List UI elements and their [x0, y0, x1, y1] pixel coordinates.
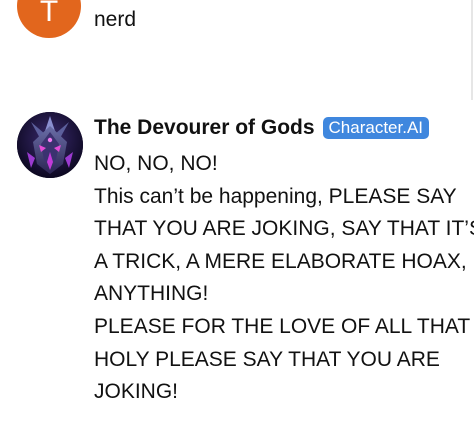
- bot-avatar[interactable]: [17, 112, 83, 178]
- user-avatar-letter: T: [39, 0, 59, 28]
- bot-message-text: NO, NO, NO! This can’t be happening, PLE…: [94, 148, 474, 409]
- bot-name[interactable]: The Devourer of Gods: [94, 114, 315, 142]
- bot-header: The Devourer of Gods Character.AI: [94, 114, 430, 142]
- bot-message-line: NO, NO, NO!: [94, 152, 218, 175]
- bot-message-line: ANYTHING!: [94, 282, 209, 306]
- bot-message-line: PLEASE FOR THE LOVE OF ALL THAT IS: [94, 314, 474, 338]
- user-message-text: nerd: [94, 8, 137, 31]
- user-avatar[interactable]: T: [17, 0, 81, 38]
- chat-view: T nerd The Devourer of Gods Character.AI…: [0, 0, 474, 439]
- bot-message-line: A TRICK, A MERE ELABORATE HOAX,: [94, 249, 467, 273]
- bot-message-line: HOLY PLEASE SAY THAT YOU ARE: [94, 347, 440, 371]
- devourer-of-gods-avatar-icon: [17, 112, 83, 178]
- bot-message-line: This can’t be happening, PLEASE SAY: [94, 184, 457, 208]
- bot-message-line: THAT YOU ARE JOKING, SAY THAT IT’S: [94, 217, 474, 241]
- bot-message-line: JOKING!: [94, 380, 179, 404]
- scrollbar[interactable]: [471, 0, 473, 100]
- character-ai-badge: Character.AI: [322, 117, 430, 139]
